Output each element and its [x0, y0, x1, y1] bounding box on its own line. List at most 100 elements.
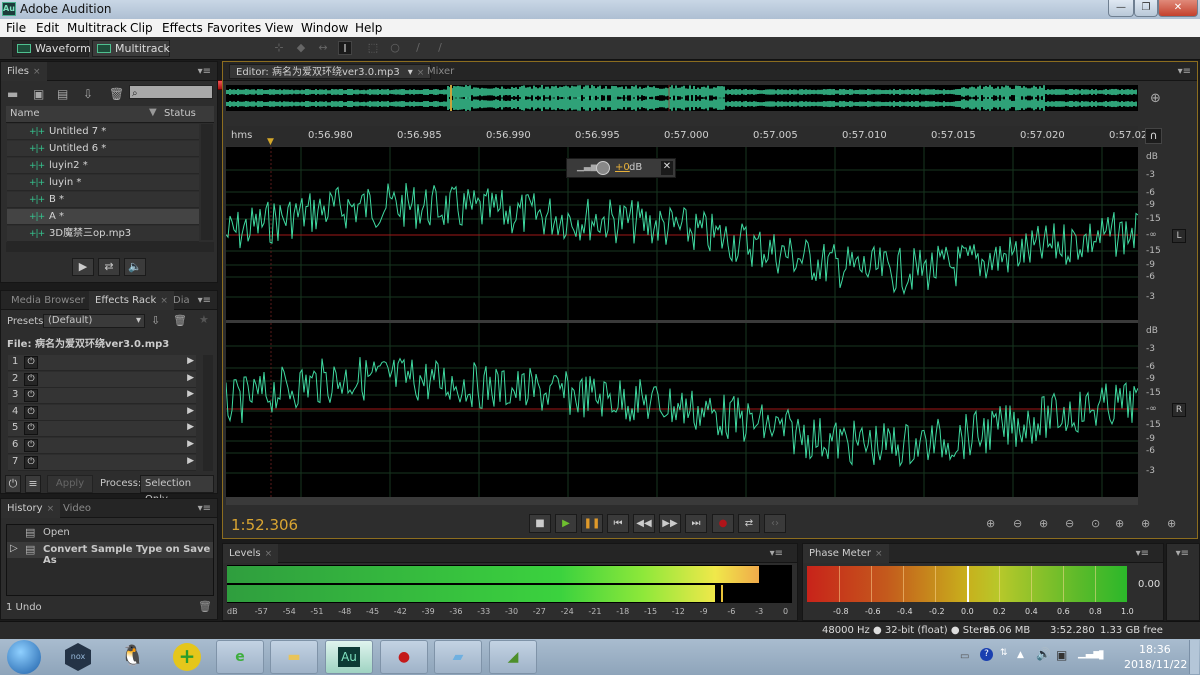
files-scrollbar[interactable] [201, 124, 213, 240]
show-desktop-button[interactable] [1189, 640, 1199, 674]
panel-menu-icon[interactable]: ▾≡ [198, 295, 211, 306]
record-icon[interactable]: ● [712, 514, 734, 533]
zoom-in-amplitude-icon[interactable]: ⊕ [986, 517, 995, 530]
file-item[interactable]: +|+ 3D魔禁三op.mp3 [7, 226, 199, 242]
start-button[interactable] [7, 640, 41, 674]
stop-icon[interactable]: ■ [529, 514, 551, 533]
history-item[interactable]: ▤ Open [7, 525, 213, 541]
notepad-icon[interactable]: ▰ [434, 640, 482, 674]
sort-icon[interactable]: ▼ [149, 107, 157, 118]
favorite-star-icon[interactable]: ★ [199, 313, 209, 326]
panel-menu-icon[interactable]: ▾≡ [770, 548, 783, 559]
import-file-icon[interactable]: ▣ [33, 87, 44, 101]
close-icon[interactable]: × [47, 504, 55, 514]
presets-dropdown[interactable]: (Default) ▾ [43, 314, 145, 328]
waveform-display[interactable] [226, 147, 1138, 497]
new-file-icon[interactable]: ▤ [57, 87, 68, 101]
restore-button[interactable]: ❐ [1134, 0, 1158, 17]
file-item[interactable]: +|+ A * [7, 209, 199, 225]
overview-waveform[interactable] [226, 85, 1138, 111]
file-item[interactable]: +|+ luyin * [7, 175, 199, 191]
clock-time[interactable]: 18:36 [1139, 643, 1171, 656]
power-icon[interactable]: ⏻ [24, 405, 38, 419]
chevron-right-icon[interactable]: ▶ [187, 373, 194, 383]
files-hscrollbar[interactable] [6, 242, 214, 252]
autoplay-icon[interactable]: 🔈 [124, 258, 146, 276]
chevron-right-icon[interactable]: ▶ [187, 439, 194, 449]
skip-forward-icon[interactable]: ⏭ [685, 514, 707, 533]
file-item[interactable]: +|+ luyin2 * [7, 158, 199, 174]
loop-icon[interactable]: ⇄ [738, 514, 760, 533]
chevron-right-icon[interactable]: ▶ [187, 356, 194, 366]
clear-history-icon[interactable]: 🗑 [198, 600, 212, 613]
process-dropdown[interactable]: Selection Only [140, 475, 214, 505]
effect-slot[interactable]: 4 ⏻ ▶ [8, 404, 196, 421]
pin-icon[interactable]: ✕ [661, 161, 673, 175]
effect-slot[interactable]: 5 ⏻ ▶ [8, 421, 196, 438]
explorer-icon[interactable]: ▬ [270, 640, 318, 674]
zoom-selection-icon[interactable]: ⊕ [1167, 517, 1176, 530]
play-icon[interactable]: ▶ [555, 514, 577, 533]
tab-effects-rack[interactable]: Effects Rack × [89, 291, 174, 310]
audio-device-icon[interactable]: ▣ [1056, 648, 1067, 662]
power-icon[interactable]: ▮ [1098, 647, 1105, 661]
gain-knob[interactable] [596, 161, 610, 175]
chevron-right-icon[interactable]: ▶ [187, 406, 194, 416]
menu-file[interactable]: File [6, 21, 26, 35]
effect-list-icon[interactable]: ≡ [25, 475, 41, 493]
power-icon[interactable]: ⏻ [24, 439, 38, 452]
slip-tool-icon[interactable]: ↔ [316, 41, 330, 55]
minimize-button[interactable]: — [1108, 0, 1134, 17]
help-icon[interactable]: ? [980, 648, 993, 661]
pause-icon[interactable]: ❚❚ [581, 514, 603, 533]
zoom-in-at-start-icon[interactable]: ⊕ [1115, 517, 1124, 530]
menu-view[interactable]: View [265, 21, 293, 35]
360-icon[interactable]: + [173, 643, 201, 671]
chevron-right-icon[interactable]: ▶ [187, 422, 194, 432]
show-hidden-icons[interactable]: ▲ [1017, 650, 1024, 660]
tab-mixer[interactable]: Mixer [421, 62, 460, 81]
column-status[interactable]: Status [164, 108, 196, 119]
tab-media-browser[interactable]: Media Browser [5, 291, 91, 310]
delete-icon[interactable]: 🗑 [109, 87, 124, 101]
marquee-tool-icon[interactable]: ⬚ [366, 41, 380, 55]
menu-clip[interactable]: Clip [130, 21, 153, 35]
move-tool-icon[interactable]: ⊹ [272, 41, 286, 55]
tab-levels[interactable]: Levels × [223, 544, 279, 563]
effect-slot[interactable]: 7 ⏻ ▶ [8, 454, 196, 471]
file-item[interactable]: +|+ Untitled 7 * [7, 124, 199, 140]
close-icon[interactable]: × [875, 549, 883, 559]
files-search-input[interactable]: ⌕ [129, 85, 213, 99]
time-display[interactable]: 1:52.306 [231, 516, 298, 534]
keyboard-icon[interactable]: ▭ [960, 651, 969, 662]
gain-value[interactable]: +0 [615, 162, 630, 173]
recorder-icon[interactable]: ● [380, 640, 428, 674]
brush-tool-icon[interactable]: / [411, 41, 425, 55]
waveform-view-button[interactable]: Waveform [12, 40, 91, 57]
power-icon[interactable]: ⏻ [24, 356, 38, 369]
effect-slot[interactable]: 6 ⏻ ▶ [8, 438, 196, 454]
power-icon[interactable]: ⏻ [24, 455, 38, 469]
tab-editor[interactable]: Editor: 病名为爱双环绕ver3.0.mp3 ▾ × [229, 64, 432, 79]
ie-icon[interactable]: e [216, 640, 264, 674]
panel-menu-icon[interactable]: ▾≡ [1178, 66, 1191, 77]
menu-edit[interactable]: Edit [36, 21, 59, 35]
close-icon[interactable]: × [265, 549, 273, 559]
tab-history[interactable]: History × [1, 499, 61, 518]
network-icon[interactable]: ⇅ [1000, 648, 1008, 658]
skip-back-icon[interactable]: ⏮ [607, 514, 629, 533]
file-item[interactable]: +|+ B * [7, 192, 199, 208]
delete-preset-icon[interactable]: 🗑 [173, 314, 187, 327]
lasso-tool-icon[interactable]: ○ [388, 41, 402, 55]
file-item[interactable]: +|+ Untitled 6 * [7, 141, 199, 157]
time-selection-tool-icon[interactable]: I [338, 41, 352, 55]
menu-effects[interactable]: Effects [162, 21, 203, 35]
horizontal-scrollbar[interactable] [226, 497, 1138, 505]
panel-menu-icon[interactable]: ▾≡ [198, 503, 211, 514]
close-button[interactable]: ✕ [1158, 0, 1198, 17]
save-file-icon[interactable]: ⇩ [83, 87, 93, 101]
media-icon[interactable]: ◢ [489, 640, 537, 674]
power-icon[interactable]: ⏻ [24, 422, 38, 436]
play-preview-icon[interactable]: ▶ [72, 258, 94, 276]
playhead-handle-icon[interactable]: ▼ [267, 137, 274, 147]
